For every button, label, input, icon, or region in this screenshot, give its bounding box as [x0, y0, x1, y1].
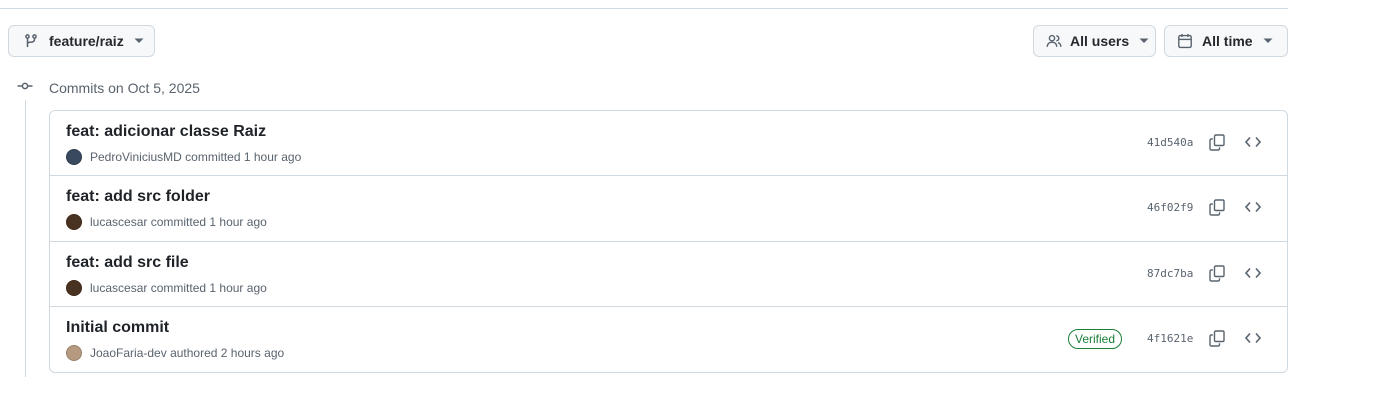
copy-icon[interactable]: [1209, 330, 1225, 352]
avatar[interactable]: [66, 344, 82, 361]
git-branch-icon: [23, 33, 39, 49]
commit-meta: lucascesar committed 1 hour ago: [66, 214, 267, 231]
commit-list: feat: adicionar classe Raiz PedroViniciu…: [49, 110, 1288, 373]
copy-icon[interactable]: [1209, 199, 1225, 221]
author-link[interactable]: PedroViniciusMD: [90, 150, 182, 164]
code-icon[interactable]: [1244, 135, 1262, 154]
code-icon[interactable]: [1244, 200, 1262, 219]
commit-action-text: committed: [150, 280, 207, 295]
avatar[interactable]: [66, 149, 82, 165]
author-link[interactable]: JoaoFaria-dev: [90, 346, 167, 360]
branch-selector-button[interactable]: feature/raiz: [8, 25, 155, 57]
commit-meta: PedroViniciusMD committed 1 hour ago: [66, 149, 301, 165]
commit-row: Initial commit JoaoFaria-dev authored 2 …: [50, 307, 1287, 372]
verified-badge[interactable]: Verified: [1068, 328, 1123, 349]
commit-meta: JoaoFaria-dev authored 2 hours ago: [66, 344, 285, 361]
commit-action-text: committed: [185, 150, 241, 164]
commit-time: 1 hour ago: [243, 150, 302, 164]
copy-icon[interactable]: [1209, 264, 1225, 287]
copy-icon[interactable]: [1209, 134, 1225, 156]
commit-sha-link[interactable]: 41d540a: [1147, 136, 1193, 149]
branch-selector-label: feature/raiz: [49, 33, 124, 49]
triangle-down-icon: [134, 38, 144, 44]
commit-time: 2 hours ago: [220, 345, 285, 360]
commit-message-link[interactable]: Initial commit: [66, 319, 169, 337]
author-link[interactable]: lucascesar: [90, 281, 147, 295]
commit-row: feat: add src folder lucascesar committe…: [50, 176, 1287, 242]
commit-meta: lucascesar committed 1 hour ago: [66, 279, 267, 296]
code-icon[interactable]: [1244, 266, 1262, 285]
commit-action-text: committed: [150, 215, 207, 230]
commit-action-text: authored: [170, 345, 218, 360]
commit-group-title: Commits on Oct 5, 2025: [49, 80, 200, 96]
triangle-down-icon: [1263, 38, 1273, 44]
triangle-down-icon: [1139, 38, 1149, 44]
commit-message-link[interactable]: feat: adicionar classe Raiz: [66, 123, 266, 141]
time-filter-label: All time: [1202, 33, 1253, 49]
commit-message-link[interactable]: feat: add src file: [66, 254, 189, 272]
commit-sha-link[interactable]: 87dc7ba: [1147, 267, 1193, 280]
people-icon: [1046, 33, 1062, 49]
top-divider: [0, 8, 1288, 9]
commit-row: feat: add src file lucascesar committed …: [50, 242, 1287, 307]
calendar-icon: [1177, 33, 1193, 49]
git-commit-icon: [17, 78, 33, 99]
time-filter-button[interactable]: All time: [1164, 25, 1288, 57]
commit-time: 1 hour ago: [209, 280, 267, 295]
commit-message-link[interactable]: feat: add src folder: [66, 188, 210, 206]
code-icon[interactable]: [1244, 331, 1262, 350]
commit-group-header: Commits on Oct 5, 2025: [17, 79, 200, 97]
commit-row: feat: adicionar classe Raiz PedroViniciu…: [50, 111, 1287, 177]
timeline-line: [25, 100, 26, 377]
users-filter-button[interactable]: All users: [1033, 25, 1156, 57]
users-filter-label: All users: [1070, 33, 1130, 49]
avatar[interactable]: [66, 279, 82, 296]
commit-time: 1 hour ago: [209, 215, 267, 230]
commit-sha-link[interactable]: 46f02f9: [1147, 201, 1193, 214]
author-link[interactable]: lucascesar: [90, 215, 147, 229]
commit-sha-link[interactable]: 4f1621e: [1147, 332, 1193, 345]
avatar[interactable]: [66, 214, 82, 231]
